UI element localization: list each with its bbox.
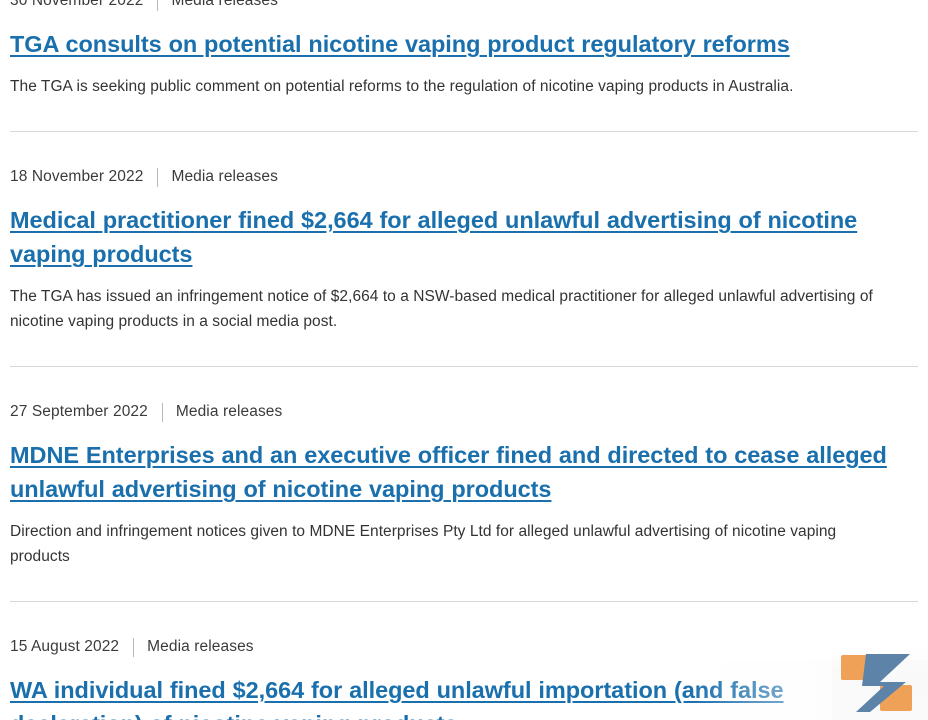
news-item-category: Media releases (175, 403, 283, 420)
news-list-item: 15 August 2022 Media releases WA individ… (0, 637, 928, 720)
news-item-category: Media releases (147, 638, 254, 655)
news-item-headline-link[interactable]: MDNE Enterprises and an executive office… (10, 438, 890, 506)
news-list-item: 30 November 2022 Media releases TGA cons… (0, 0, 928, 99)
news-list-item: 18 November 2022 Media releases Medical … (0, 167, 928, 334)
news-item-date: 27 September 2022 (10, 403, 148, 420)
meta-separator-icon (157, 167, 159, 187)
news-item-meta: 18 November 2022 Media releases (10, 167, 918, 187)
news-list: 30 November 2022 Media releases TGA cons… (0, 0, 928, 720)
meta-separator-icon (133, 637, 135, 657)
meta-separator-icon (157, 0, 159, 11)
news-item-headline-link[interactable]: TGA consults on potential nicotine vapin… (10, 27, 890, 61)
news-item-meta: 27 September 2022 Media releases (10, 402, 918, 422)
news-item-date: 18 November 2022 (10, 168, 144, 185)
news-item-meta: 30 November 2022 Media releases (10, 0, 918, 11)
news-item-meta: 15 August 2022 Media releases (10, 637, 918, 657)
meta-separator-icon (161, 402, 163, 422)
news-item-summary: Direction and infringement notices given… (10, 523, 837, 565)
news-item-headline-link[interactable]: WA individual fined $2,664 for alleged u… (10, 673, 890, 720)
news-list-item: 27 September 2022 Media releases MDNE En… (0, 402, 928, 569)
news-item-date: 15 August 2022 (10, 638, 120, 655)
news-item-headline-link[interactable]: Medical practitioner fined $2,664 for al… (10, 203, 890, 271)
news-item-category: Media releases (171, 0, 278, 9)
news-listing-page: 30 November 2022 Media releases TGA cons… (0, 0, 928, 720)
news-item-category: Media releases (171, 168, 278, 185)
news-item-summary: The TGA has issued an infringement notic… (10, 288, 873, 330)
news-item-summary: The TGA is seeking public comment on pot… (10, 78, 794, 95)
news-item-date: 30 November 2022 (10, 0, 144, 9)
